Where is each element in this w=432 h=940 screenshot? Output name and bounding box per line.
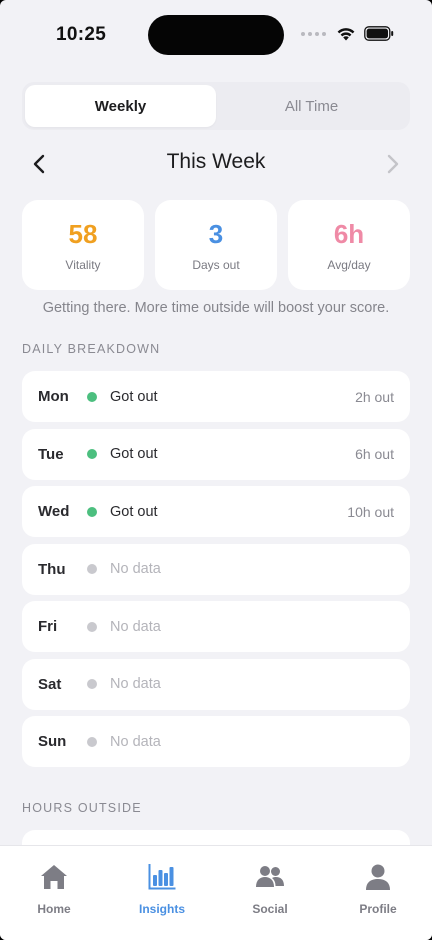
score-hint: Getting there. More time outside will bo…: [42, 300, 390, 316]
list-item[interactable]: Sun No data: [22, 716, 410, 767]
day-status: No data: [110, 561, 161, 577]
day-status: Got out: [110, 446, 158, 462]
day-status: Got out: [110, 388, 158, 405]
status-dot: [87, 621, 97, 632]
day-hours: 2h out: [355, 388, 394, 405]
bar-chart-icon: [146, 862, 178, 892]
chevron-right-icon[interactable]: [380, 152, 404, 176]
stat-value: 58: [68, 218, 98, 249]
tab-label: Insights: [138, 902, 185, 916]
status-icons: [301, 26, 394, 41]
stat-card-vitality: 58 Vitality: [22, 200, 144, 290]
list-item[interactable]: Tue Got out 6h out: [22, 428, 410, 480]
day-status: No data: [110, 733, 161, 750]
list-item[interactable]: Thu No data: [22, 543, 410, 595]
status-dot: [87, 506, 97, 517]
people-icon: [254, 862, 286, 892]
day-name: Fri: [38, 618, 58, 635]
week-navigation: This Week: [22, 146, 410, 182]
status-dot: [87, 736, 97, 747]
stat-card-avg-day: 6h Avg/day: [288, 200, 410, 290]
daily-breakdown-list: Mon Got out 2h out Tue Got out 6h out We…: [22, 371, 410, 774]
tab-label: Home: [37, 902, 71, 916]
day-hours: 10h out: [347, 503, 394, 520]
wifi-icon: [337, 28, 355, 41]
week-title: This Week: [166, 150, 266, 173]
section-title-hours-outside: HOURS OUTSIDE: [22, 801, 142, 815]
day-name: Sun: [38, 733, 67, 750]
day-name: Thu: [38, 560, 66, 578]
day-name: Mon: [38, 388, 69, 405]
day-status: No data: [110, 676, 161, 692]
day-hours: 6h out: [355, 446, 394, 462]
list-item[interactable]: Wed Got out 10h out: [22, 486, 410, 537]
section-title-daily-breakdown: DAILY BREAKDOWN: [22, 342, 161, 356]
day-status: Got out: [110, 503, 158, 520]
day-name: Sat: [38, 675, 62, 693]
signal-dots-icon: [301, 31, 326, 36]
status-dot: [87, 564, 97, 574]
dynamic-island: [148, 15, 284, 55]
status-dot: [87, 679, 97, 689]
phone-screen: 10:25 Weekly All Time This Week 58 Vital…: [0, 0, 432, 940]
stat-value: 6h: [333, 218, 365, 249]
list-item[interactable]: Sat No data: [22, 658, 410, 710]
bottom-tab-bar: Home Insights Social Profile: [0, 845, 432, 940]
list-item[interactable]: Fri No data: [22, 601, 410, 652]
stat-card-days-out: 3 Days out: [155, 200, 277, 290]
status-dot: [87, 391, 97, 402]
battery-icon: [364, 26, 394, 41]
tab-label: Profile: [359, 902, 397, 916]
tab-insights[interactable]: Insights: [108, 846, 216, 940]
day-name: Tue: [38, 445, 64, 463]
home-icon: [38, 862, 70, 892]
stat-label: Avg/day: [327, 257, 371, 272]
tab-all-time[interactable]: All Time: [216, 85, 407, 127]
status-time: 10:25: [56, 24, 107, 45]
tab-profile[interactable]: Profile: [324, 846, 432, 940]
stats-row: 58 Vitality 3 Days out 6h Avg/day: [22, 200, 410, 290]
period-segmented-control: Weekly All Time: [22, 82, 410, 130]
stat-value: 3: [208, 218, 224, 249]
tab-social[interactable]: Social: [216, 846, 324, 940]
day-name: Wed: [38, 503, 70, 520]
day-status: No data: [110, 618, 161, 635]
stat-label: Days out: [192, 257, 240, 272]
list-item[interactable]: Mon Got out 2h out: [22, 371, 410, 422]
tab-home[interactable]: Home: [0, 846, 108, 940]
stat-label: Vitality: [65, 257, 101, 272]
tab-label: Social: [252, 902, 288, 916]
person-icon: [362, 862, 394, 892]
status-dot: [87, 449, 97, 459]
tab-weekly[interactable]: Weekly: [25, 85, 216, 127]
